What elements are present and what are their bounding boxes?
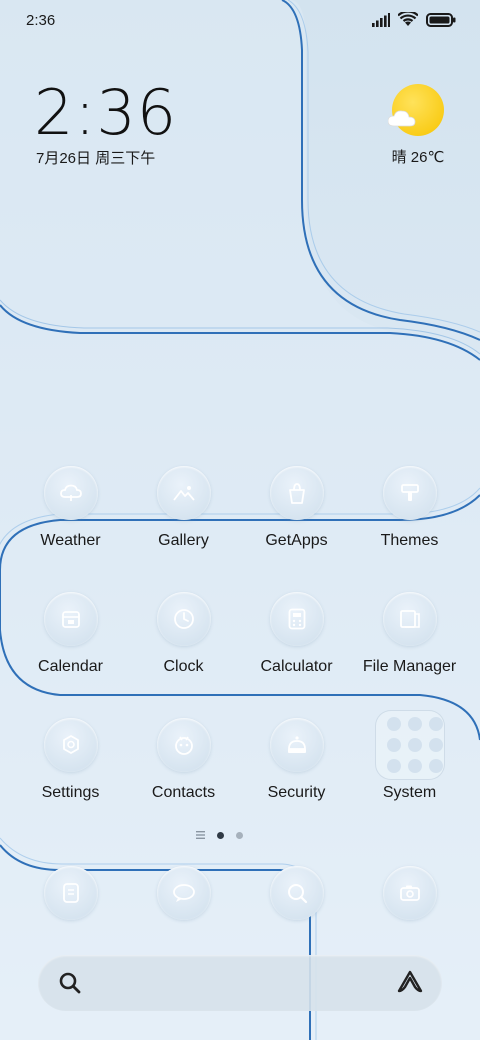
app-row-2: Calendar Clock Calculator File Manager [14, 592, 466, 718]
app-label: Contacts [151, 784, 216, 801]
app-label: File Manager [362, 658, 457, 675]
app-getapps[interactable]: GetApps [240, 466, 353, 592]
app-themes[interactable]: Themes [353, 466, 466, 592]
folder-dot [407, 759, 422, 773]
signal-icon [372, 12, 390, 27]
folder-dot [407, 738, 422, 752]
page-dot [236, 831, 243, 839]
menu-lines-icon [196, 831, 205, 839]
status-icons [372, 12, 456, 27]
folder-dot [386, 717, 401, 731]
status-time: 2:36 [26, 12, 56, 29]
dock-camera[interactable] [353, 866, 466, 920]
search-bar[interactable] [38, 955, 442, 1011]
app-label: Calculator [260, 658, 333, 675]
app-weather[interactable]: Weather [14, 466, 127, 592]
app-gallery[interactable]: Gallery [127, 466, 240, 592]
app-calendar[interactable]: Calendar [14, 592, 127, 718]
cloud-icon [388, 110, 416, 127]
cloud-icon [43, 466, 98, 520]
app-label: System [382, 784, 437, 801]
app-settings[interactable]: Settings [14, 718, 127, 844]
assistant-icon[interactable] [396, 969, 424, 995]
dock-browser[interactable] [240, 866, 353, 920]
app-clock[interactable]: Clock [127, 592, 240, 718]
phone-icon [43, 866, 98, 920]
app-contacts[interactable]: Contacts [127, 718, 240, 844]
app-label: Security [267, 784, 326, 801]
app-label: GetApps [265, 532, 328, 549]
message-icon [156, 866, 211, 920]
app-row-1: Weather Gallery GetApps Themes [14, 466, 466, 592]
clock-widget-date: 7月26日 周三下午 [36, 150, 156, 167]
shopping-bag-icon [269, 466, 324, 520]
folder-icon [382, 592, 437, 646]
weather-text: 晴 26℃ [391, 149, 445, 166]
app-grid: Weather Gallery GetApps Themes Calendar … [14, 466, 466, 844]
gear-icon [43, 718, 98, 772]
browser-icon [269, 866, 324, 920]
folder-dot [428, 759, 443, 773]
contacts-icon [156, 718, 211, 772]
folder-dot [428, 738, 443, 752]
shield-icon [269, 718, 324, 772]
app-label: Weather [40, 532, 101, 549]
calendar-icon [43, 592, 98, 646]
folder-dot [386, 759, 401, 773]
brush-icon [382, 466, 437, 520]
clock-icon [156, 592, 211, 646]
page-dot-active [217, 831, 224, 839]
folder-dot [428, 717, 443, 731]
clock-widget-time[interactable]: 2:36 [34, 76, 177, 149]
folder-dot [386, 738, 401, 752]
calculator-icon [269, 592, 324, 646]
app-label: Themes [380, 532, 439, 549]
weather-widget[interactable]: 晴 26℃ [388, 84, 448, 168]
search-icon [59, 972, 81, 994]
app-row-3: Settings Contacts Security System [14, 710, 466, 844]
dock [14, 866, 466, 920]
app-calculator[interactable]: Calculator [240, 592, 353, 718]
mountain-icon [156, 466, 211, 520]
battery-icon [426, 12, 456, 27]
folder-grid-icon [374, 710, 445, 780]
wifi-icon [398, 12, 418, 26]
app-file-manager[interactable]: File Manager [353, 592, 466, 718]
camera-icon [382, 866, 437, 920]
app-label: Gallery [158, 532, 209, 549]
app-label: Calendar [38, 658, 103, 675]
page-indicator[interactable] [196, 828, 256, 842]
dock-phone[interactable] [14, 866, 127, 920]
app-label: Settings [41, 784, 100, 801]
app-system-folder[interactable]: System [353, 710, 466, 844]
app-label: Clock [163, 658, 204, 675]
folder-dot [407, 717, 422, 731]
dock-messages[interactable] [127, 866, 240, 920]
status-bar: 2:36 [0, 0, 480, 42]
app-security[interactable]: Security [240, 718, 353, 844]
